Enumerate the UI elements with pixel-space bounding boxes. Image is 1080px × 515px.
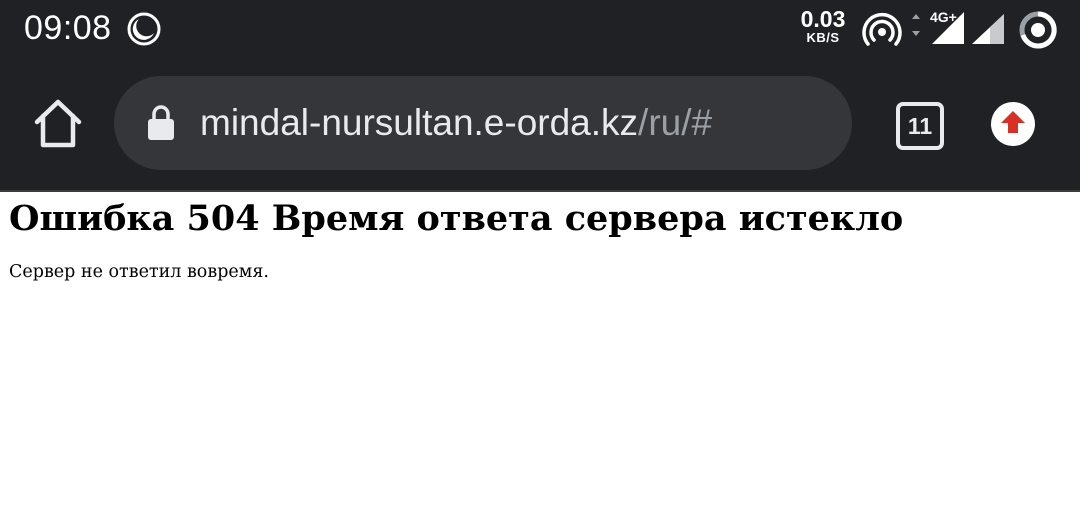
network-speed-value: 0.03 xyxy=(800,6,846,32)
signal-icon xyxy=(972,14,1004,44)
url-host: mindal-nursultan.e-orda.kz xyxy=(200,102,639,143)
url-path: /ru/# xyxy=(638,102,713,143)
error-message: Сервер не ответил вовремя. xyxy=(9,262,269,282)
battery-icon xyxy=(1019,11,1057,49)
lock-icon xyxy=(148,105,174,140)
status-time: 09:08 xyxy=(24,9,112,47)
error-title: Ошибка 504 Время ответа сервера истекло xyxy=(9,198,904,239)
tab-count: 11 xyxy=(907,113,933,139)
tab-switcher-button[interactable]: 11 xyxy=(896,102,944,150)
do-not-disturb-icon xyxy=(127,12,161,46)
page-content: Ошибка 504 Время ответа сервера истекло … xyxy=(0,192,1080,515)
browser-toolbar: mindal-nursultan.e-orda.kz/ru/# 11 xyxy=(0,58,1080,192)
network-type-label: 4G+ xyxy=(930,9,957,25)
update-available-button[interactable] xyxy=(990,101,1036,147)
hotspot-icon xyxy=(862,13,902,46)
home-button[interactable] xyxy=(30,96,86,152)
url-text[interactable]: mindal-nursultan.e-orda.kz/ru/# xyxy=(200,76,712,170)
network-speed-unit: KB/S xyxy=(806,30,840,45)
network-speed: 0.03 KB/S xyxy=(796,7,850,45)
address-bar[interactable]: mindal-nursultan.e-orda.kz/ru/# xyxy=(114,76,852,170)
status-bar: 09:08 0.03 KB/S 4G+ xyxy=(0,0,1080,58)
signal-4g-icon: 4G+ xyxy=(912,9,964,44)
